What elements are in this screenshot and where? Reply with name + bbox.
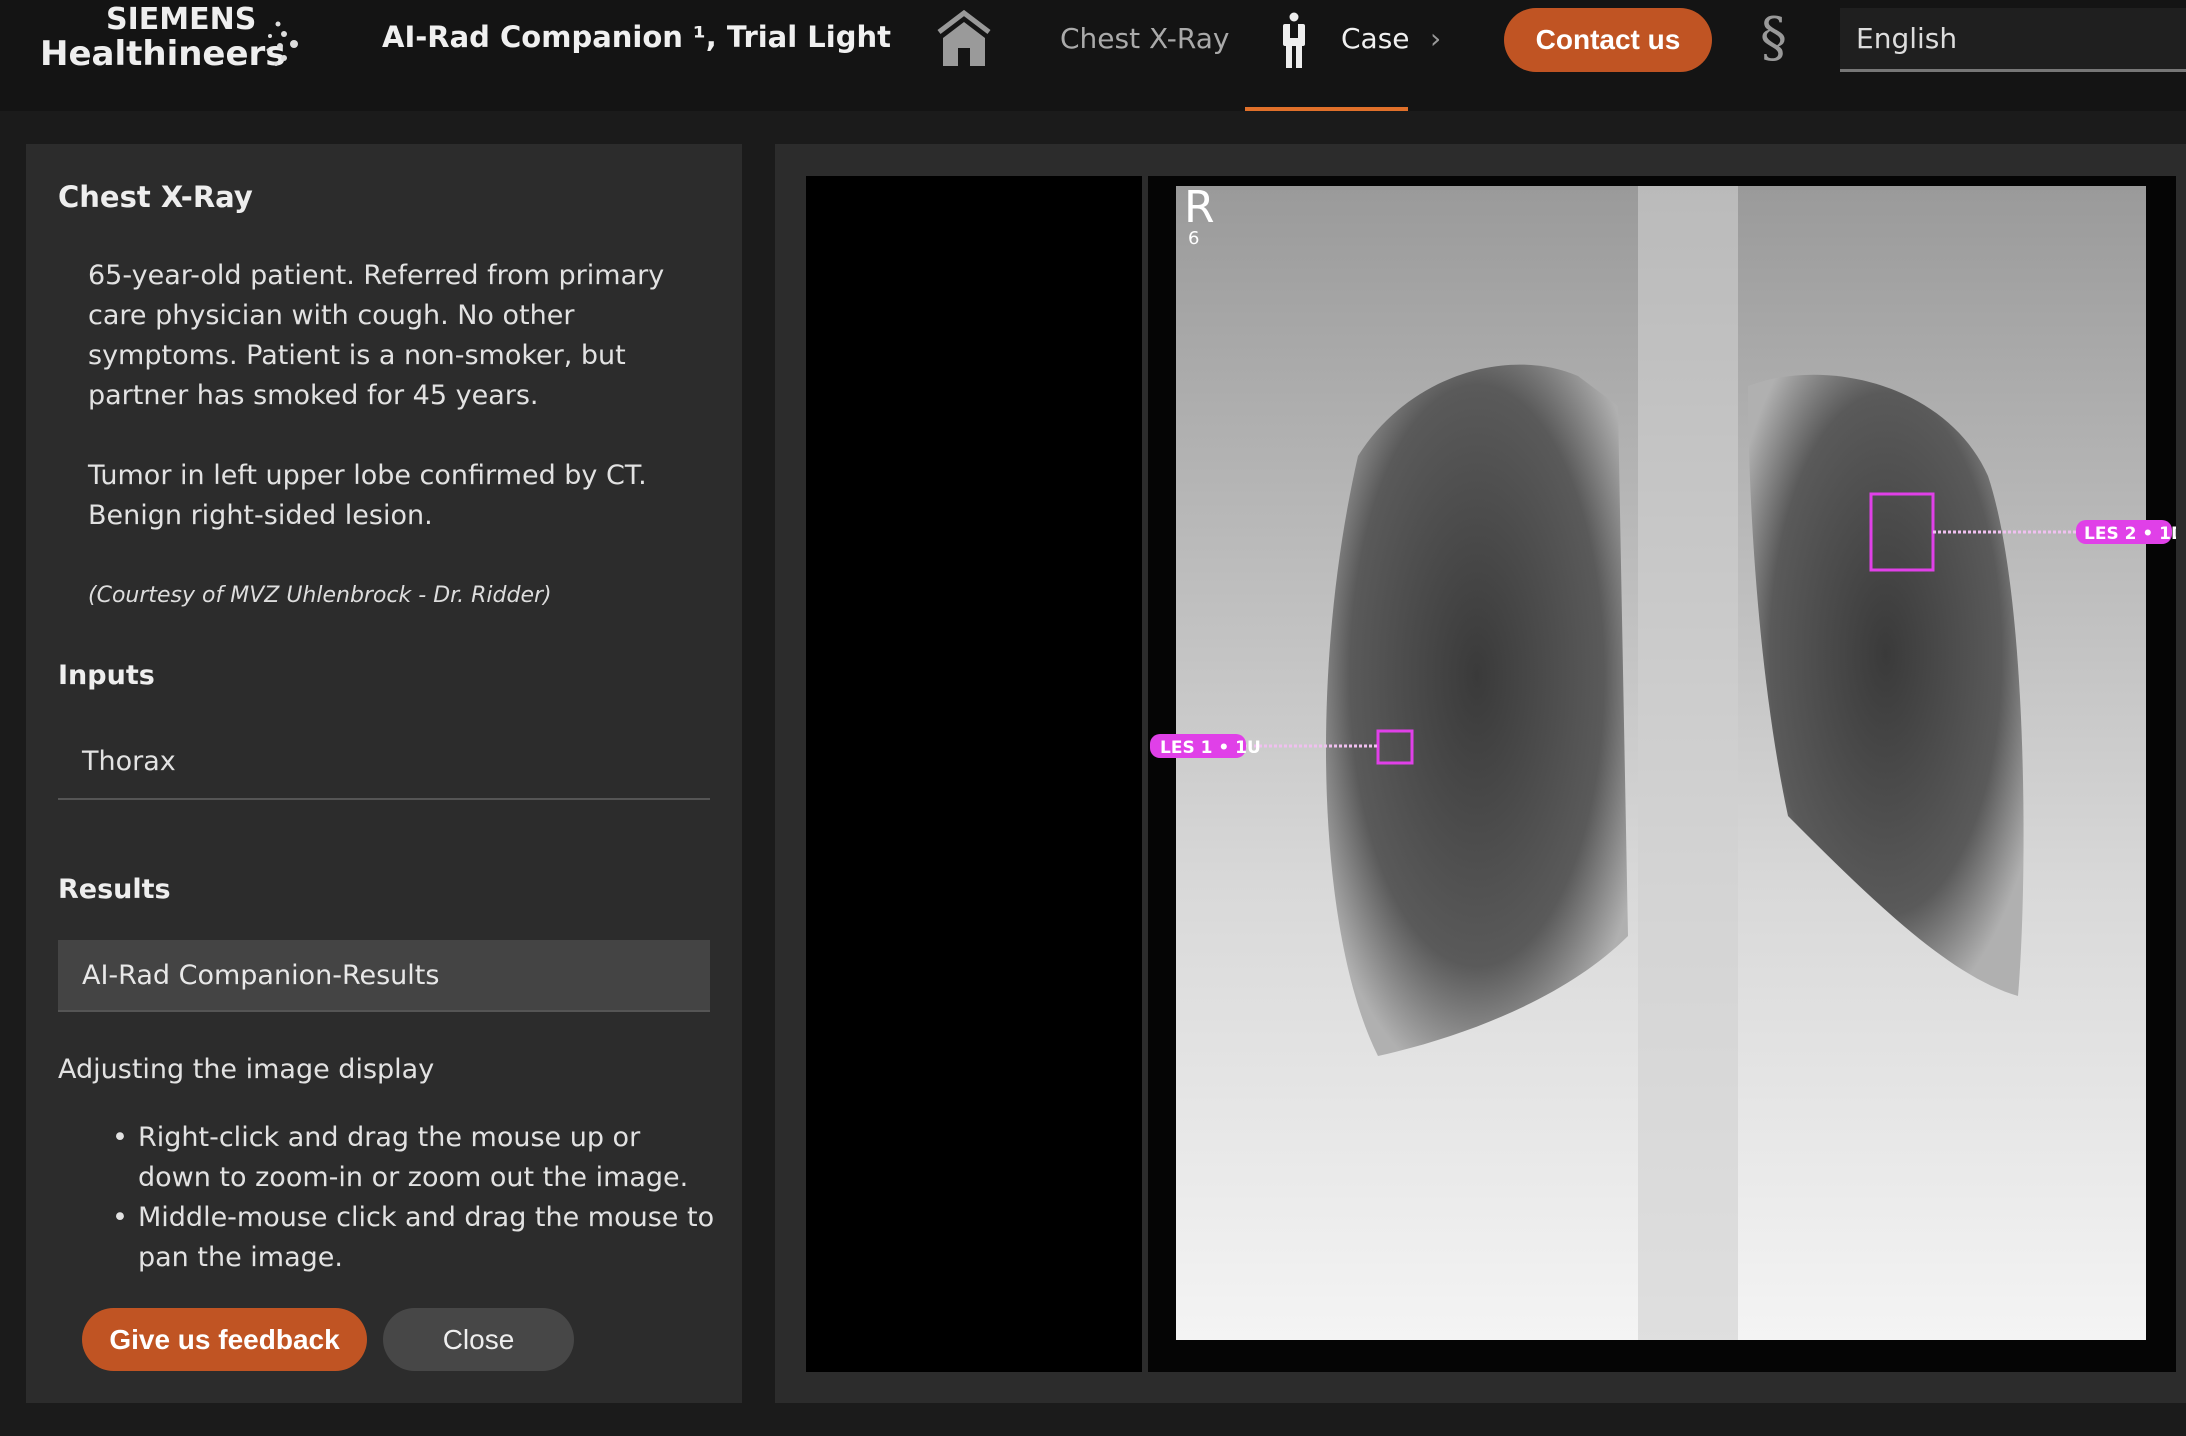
tips-list: • Right-click and drag the mouse up or do… bbox=[112, 1118, 718, 1278]
case-description: 65-year-old patient. Referred from prima… bbox=[88, 260, 665, 411]
logo-dots-icon bbox=[266, 21, 298, 66]
viewer-black-area bbox=[806, 176, 1142, 1372]
adjust-heading: Adjusting the image display bbox=[58, 1054, 435, 1085]
nav-chest-xray[interactable]: Chest X-Ray bbox=[1060, 22, 1229, 55]
input-item-thorax[interactable]: Thorax bbox=[58, 742, 710, 800]
chevron-right-icon: › bbox=[1430, 22, 1442, 55]
contact-us-button[interactable]: Contact us bbox=[1504, 8, 1712, 72]
person-icon bbox=[1283, 12, 1305, 68]
app-title: AI-Rad Companion ¹, Trial Light bbox=[382, 20, 891, 54]
mediastinum bbox=[1638, 186, 1738, 1340]
nav-case[interactable]: Case bbox=[1341, 22, 1410, 55]
language-select[interactable]: English bbox=[1840, 8, 2186, 72]
results-item-label: AI-Rad Companion-Results bbox=[82, 960, 440, 991]
tip-item: • Right-click and drag the mouse up or do… bbox=[112, 1122, 689, 1193]
logo-siemens: SIEMENS bbox=[106, 2, 257, 37]
top-bar: SIEMENS Healthineers AI-Rad Companion ¹,… bbox=[0, 0, 2186, 111]
case-finding: Tumor in left upper lobe confirmed by CT… bbox=[88, 460, 647, 531]
lesion-1-label: LES 1 • 1U bbox=[1160, 738, 1261, 758]
results-heading: Results bbox=[58, 874, 171, 905]
right-lung bbox=[1325, 364, 1628, 1057]
logo-healthineers: Healthineers bbox=[40, 34, 286, 74]
input-item-label: Thorax bbox=[82, 746, 176, 777]
orientation-marker-sub: 6 bbox=[1188, 228, 1199, 249]
language-value: English bbox=[1856, 22, 1958, 55]
results-item[interactable]: AI-Rad Companion-Results bbox=[58, 940, 710, 1012]
home-icon[interactable] bbox=[935, 10, 993, 68]
close-button[interactable]: Close bbox=[383, 1308, 574, 1371]
chest-xray-image[interactable]: R 6 LES 1 • 1U LES 2 • 1D bbox=[1148, 176, 2185, 1372]
inputs-heading: Inputs bbox=[58, 660, 155, 691]
lesion-2-label: LES 2 • 1D bbox=[2084, 524, 2176, 544]
feedback-button[interactable]: Give us feedback bbox=[82, 1308, 367, 1371]
xray-viewport[interactable]: R 6 LES 1 • 1U LES 2 • 1D bbox=[1148, 176, 2185, 1372]
legal-icon[interactable]: § bbox=[1760, 6, 1787, 69]
active-tab-indicator bbox=[1245, 107, 1408, 111]
orientation-marker: R bbox=[1184, 182, 1215, 233]
tip-item: • Middle-mouse click and drag the mouse t… bbox=[112, 1202, 715, 1273]
panel-title: Chest X-Ray bbox=[58, 180, 253, 214]
courtesy-note: (Courtesy of MVZ Uhlenbrock - Dr. Ridder… bbox=[88, 583, 552, 608]
